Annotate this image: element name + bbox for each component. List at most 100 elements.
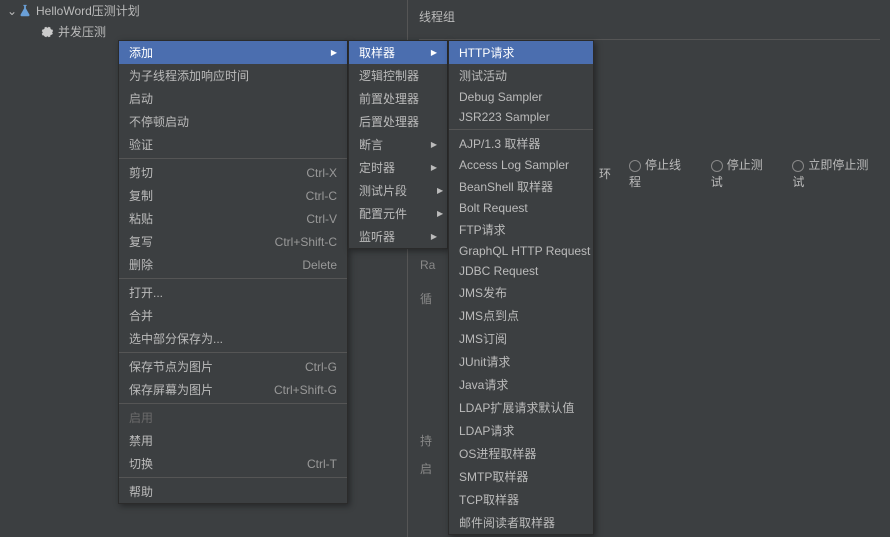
sampler-menu-item-0[interactable]: HTTP请求 [449,41,593,64]
gear-icon [40,25,54,39]
tree-child-label: 并发压测 [58,23,106,40]
add-menu-item-4[interactable]: 断言▶ [349,133,447,156]
sampler-menu-item-19[interactable]: OS进程取样器 [449,442,593,465]
sampler-menu-item-15[interactable]: JUnit请求 [449,350,593,373]
main-menu-item-19: 启用 [119,406,347,429]
main-menu-item-label: 不停顿启动 [129,113,189,130]
add-menu-item-label: 取样器 [359,44,395,61]
main-menu-item-3[interactable]: 不停顿启动 [119,110,347,133]
main-menu-item-16[interactable]: 保存节点为图片 Ctrl-G [119,355,347,378]
context-menu-sampler: HTTP请求测试活动Debug SamplerJSR223 Sampler AJP… [448,40,594,535]
bg-label-hold: 持 [420,432,432,449]
sampler-menu-item-16[interactable]: Java请求 [449,373,593,396]
shortcut-label: Ctrl-X [276,166,337,180]
main-menu-item-2[interactable]: 启动 [119,87,347,110]
main-menu-item-14[interactable]: 选中部分保存为... [119,327,347,350]
sampler-menu-item-14[interactable]: JMS订阅 [449,327,593,350]
main-menu-item-label: 为子线程添加响应时间 [129,67,249,84]
main-menu-item-1[interactable]: 为子线程添加响应时间 [119,64,347,87]
main-menu-sep [119,403,347,404]
sampler-menu-item-9[interactable]: FTP请求 [449,218,593,241]
sampler-menu-item-18[interactable]: LDAP请求 [449,419,593,442]
sampler-menu-item-label: OS进程取样器 [459,445,536,462]
main-menu-item-label: 保存节点为图片 [129,358,213,375]
sampler-menu-item-label: BeanShell 取样器 [459,178,553,195]
sampler-menu-item-7[interactable]: BeanShell 取样器 [449,175,593,198]
add-menu-item-7[interactable]: 配置元件▶ [349,202,447,225]
add-menu-item-0[interactable]: 取样器▶ [349,41,447,64]
add-menu-item-8[interactable]: 监听器▶ [349,225,447,248]
main-menu-item-8[interactable]: 粘贴Ctrl-V [119,207,347,230]
sampler-menu-item-10[interactable]: GraphQL HTTP Request [449,241,593,261]
main-menu-item-13[interactable]: 合并 [119,304,347,327]
main-menu-item-4[interactable]: 验证 [119,133,347,156]
radio-stop-thread[interactable]: 停止线程 [629,156,693,190]
sampler-menu-item-21[interactable]: TCP取样器 [449,488,593,511]
main-menu-item-label: 验证 [129,136,153,153]
submenu-arrow-icon: ▶ [407,209,443,218]
bg-label-loop: 循 [420,290,432,307]
shortcut-label: Ctrl-G [275,360,337,374]
sampler-menu-item-17[interactable]: LDAP扩展请求默认值 [449,396,593,419]
sampler-menu-item-1[interactable]: 测试活动 [449,64,593,87]
main-menu-item-17[interactable]: 保存屏幕为图片Ctrl+Shift-G [119,378,347,401]
main-menu-item-0[interactable]: 添加▶ [119,41,347,64]
main-menu-item-label: 添加 [129,44,153,61]
add-menu-item-label: 断言 [359,136,383,153]
add-menu-item-label: 定时器 [359,159,395,176]
sampler-menu-item-2[interactable]: Debug Sampler [449,87,593,107]
submenu-arrow-icon: ▶ [401,163,437,172]
main-menu-item-10[interactable]: 删除Delete [119,253,347,276]
main-menu-item-20[interactable]: 禁用 [119,429,347,452]
tree-root-item[interactable]: ⌄ HelloWord压测计划 [0,0,407,21]
add-menu-item-label: 配置元件 [359,205,407,222]
panel-title: 线程组 [419,6,880,33]
main-menu-item-23[interactable]: 帮助 [119,480,347,503]
main-menu-item-label: 打开... [129,284,163,301]
sampler-menu-item-3[interactable]: JSR223 Sampler [449,107,593,127]
add-menu-item-5[interactable]: 定时器 ▶ [349,156,447,179]
main-menu-item-7[interactable]: 复制Ctrl-C [119,184,347,207]
main-menu-item-label: 复写 [129,233,153,250]
main-menu-item-label: 删除 [129,256,153,273]
sampler-menu-item-label: TCP取样器 [459,491,519,508]
sampler-menu-item-6[interactable]: Access Log Sampler [449,155,593,175]
tree-child-item[interactable]: 并发压测 [0,21,407,42]
main-menu-item-label: 合并 [129,307,153,324]
add-menu-item-2[interactable]: 前置处理器▶ [349,87,447,110]
sampler-menu-item-12[interactable]: JMS发布 [449,281,593,304]
sampler-menu-item-13[interactable]: JMS点到点 [449,304,593,327]
sampler-menu-item-label: JDBC Request [459,264,538,278]
radio-stop-test[interactable]: 停止测试 [711,156,775,190]
sampler-menu-item-20[interactable]: SMTP取样器 [449,465,593,488]
sampler-menu-item-label: FTP请求 [459,221,506,238]
sampler-menu-item-label: AJP/1.3 取样器 [459,135,540,152]
sampler-menu-item-11[interactable]: JDBC Request [449,261,593,281]
flask-icon [18,4,32,18]
sampler-menu-item-5[interactable]: AJP/1.3 取样器 [449,132,593,155]
sampler-menu-item-8[interactable]: Bolt Request [449,198,593,218]
add-menu-item-3[interactable]: 后置处理器▶ [349,110,447,133]
main-menu-item-label: 禁用 [129,432,153,449]
main-menu-item-6[interactable]: 剪切 Ctrl-X [119,161,347,184]
sampler-menu-item-22[interactable]: 邮件阅读者取样器 [449,511,593,534]
sampler-menu-item-label: LDAP扩展请求默认值 [459,399,574,416]
add-menu-item-label: 前置处理器 [359,90,419,107]
add-menu-item-6[interactable]: 测试片段▶ [349,179,447,202]
main-menu-item-label: 复制 [129,187,153,204]
shortcut-label: Ctrl-T [277,457,337,471]
main-menu-item-9[interactable]: 复写Ctrl+Shift-C [119,230,347,253]
sampler-menu-item-label: Access Log Sampler [459,158,569,172]
add-menu-item-1[interactable]: 逻辑控制器▶ [349,64,447,87]
sampler-menu-item-label: Bolt Request [459,201,528,215]
sampler-menu-item-label: JUnit请求 [459,353,510,370]
main-menu-item-label: 帮助 [129,483,153,500]
main-menu-item-label: 剪切 [129,164,153,181]
main-menu-item-label: 切换 [129,455,153,472]
main-menu-item-12[interactable]: 打开... [119,281,347,304]
sampler-menu-item-label: LDAP请求 [459,422,514,439]
radio-stop-now[interactable]: 立即停止测试 [792,156,880,190]
submenu-arrow-icon: ▶ [407,186,443,195]
sampler-menu-item-label: 邮件阅读者取样器 [459,514,555,531]
main-menu-item-21[interactable]: 切换 Ctrl-T [119,452,347,475]
